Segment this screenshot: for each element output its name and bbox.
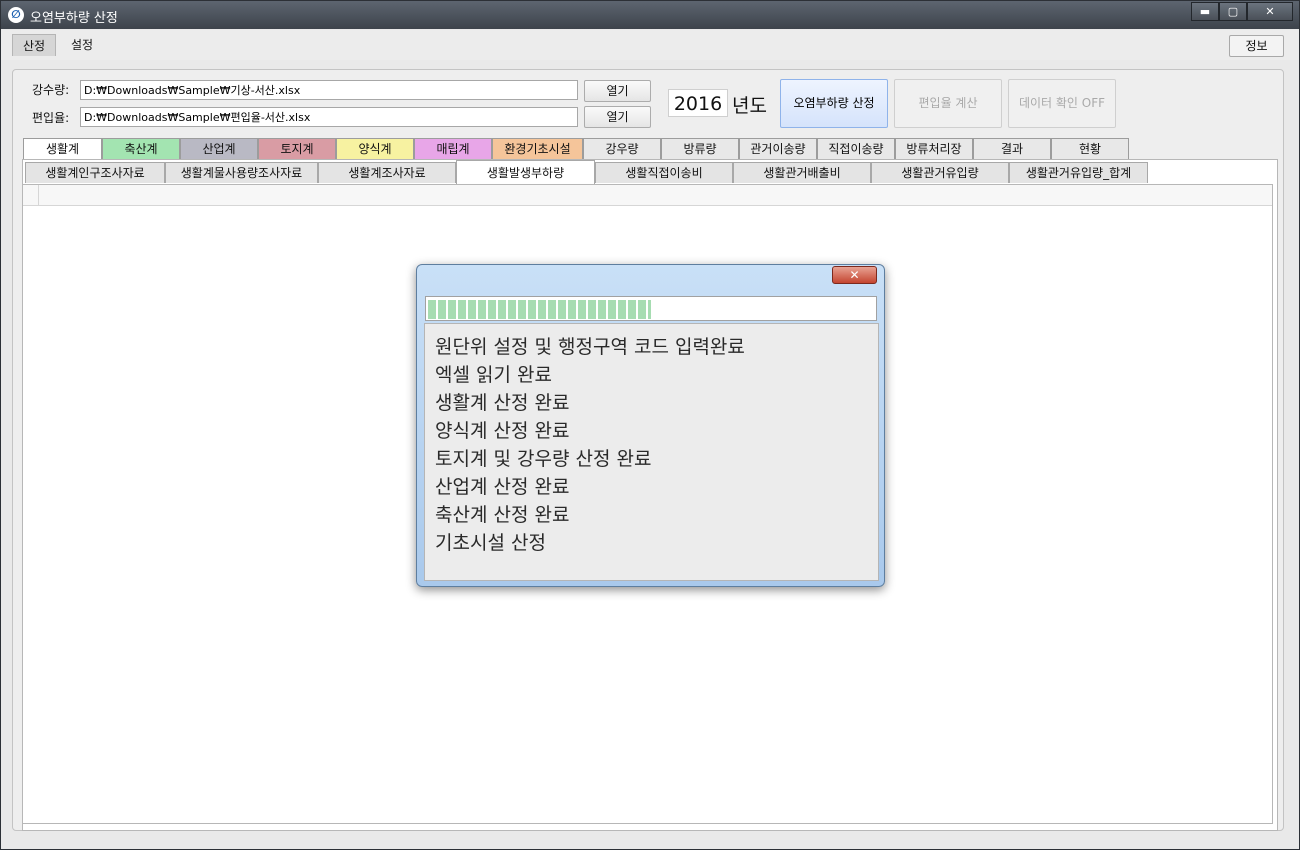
- tab-sub-3[interactable]: 생활발생부하량: [456, 160, 595, 184]
- tab-main-13[interactable]: 현황: [1051, 138, 1129, 159]
- progress-bar: [425, 296, 877, 321]
- tab-main-11[interactable]: 방류처리장: [895, 138, 973, 159]
- progress-dialog: ✕ 원단위 설정 및 행정구역 코드 입력완료엑셀 읽기 완료생활계 산정 완료…: [416, 264, 885, 587]
- log-line: 엑셀 읽기 완료: [435, 364, 552, 386]
- app-logo-icon: ∅: [8, 7, 24, 23]
- log-line: 축산계 산정 완료: [435, 504, 570, 526]
- year-field[interactable]: 2016: [668, 89, 728, 117]
- log-list: 원단위 설정 및 행정구역 코드 입력완료엑셀 읽기 완료생활계 산정 완료양식…: [424, 323, 879, 581]
- menu-bar: 산정 설정 정보: [1, 30, 1299, 60]
- dialog-close-button[interactable]: ✕: [832, 266, 877, 284]
- tab-main-6[interactable]: 환경기초시설: [492, 138, 583, 159]
- rainfall-label: 강수량:: [32, 83, 70, 97]
- tab-sub-5[interactable]: 생활관거배출비: [733, 162, 871, 183]
- maximize-button[interactable]: ▢: [1219, 2, 1247, 21]
- tab-main-0[interactable]: 생활계: [23, 138, 102, 159]
- log-line: 기초시설 산정: [435, 532, 546, 554]
- tab-sub-2[interactable]: 생활계조사자료: [318, 162, 456, 183]
- tab-sub-6[interactable]: 생활관거유입량: [871, 162, 1009, 183]
- tab-sub-7[interactable]: 생활관거유입량_합계: [1009, 162, 1148, 183]
- year-suffix: 년도: [732, 95, 767, 117]
- tab-sub-4[interactable]: 생활직접이송비: [595, 162, 733, 183]
- grid-corner[interactable]: [23, 185, 39, 205]
- main-window: ∅ 오염부하량 산정 ▬ ▢ ✕ 산정 설정 정보 강수량: 열기 편입율: 열…: [0, 0, 1300, 850]
- open-incorporation-button[interactable]: 열기: [584, 106, 651, 128]
- tab-main-9[interactable]: 관거이송량: [739, 138, 817, 159]
- close-button[interactable]: ✕: [1247, 2, 1293, 21]
- window-title: 오염부하량 산정: [30, 11, 118, 26]
- calc-load-button[interactable]: 오염부하량 산정: [780, 79, 888, 128]
- title-bar[interactable]: ∅ 오염부하량 산정 ▬ ▢ ✕: [1, 1, 1299, 29]
- tab-main-4[interactable]: 양식계: [336, 138, 414, 159]
- log-line: 토지계 및 강우량 산정 완료: [435, 448, 652, 470]
- tab-sub-1[interactable]: 생활계물사용량조사자료: [165, 162, 318, 183]
- tab-main-5[interactable]: 매립계: [414, 138, 492, 159]
- log-line: 양식계 산정 완료: [435, 420, 570, 442]
- incorporation-path-input[interactable]: [80, 107, 578, 127]
- tab-main-12[interactable]: 결과: [973, 138, 1051, 159]
- tab-sub-0[interactable]: 생활계인구조사자료: [25, 162, 165, 183]
- log-line: 생활계 산정 완료: [435, 392, 570, 414]
- tab-main-2[interactable]: 산업계: [180, 138, 258, 159]
- open-rainfall-button[interactable]: 열기: [584, 80, 651, 102]
- calc-rate-button[interactable]: 편입율 계산: [894, 79, 1002, 128]
- minimize-button[interactable]: ▬: [1191, 2, 1219, 21]
- menu-item-calc[interactable]: 산정: [12, 34, 57, 56]
- tab-main-10[interactable]: 직접이송량: [817, 138, 895, 159]
- menu-item-settings[interactable]: 설정: [61, 34, 103, 56]
- data-check-button[interactable]: 데이터 확인 OFF: [1008, 79, 1116, 128]
- progress-bar-fill: [428, 300, 651, 319]
- incorporation-label: 편입율:: [32, 111, 70, 125]
- tab-main-7[interactable]: 강우량: [583, 138, 661, 159]
- grid-header: [23, 185, 1272, 206]
- log-line: 원단위 설정 및 행정구역 코드 입력완료: [435, 336, 745, 358]
- tab-main-8[interactable]: 방류량: [661, 138, 739, 159]
- tab-main-3[interactable]: 토지계: [258, 138, 336, 159]
- log-line: 산업계 산정 완료: [435, 476, 570, 498]
- rainfall-path-input[interactable]: [80, 80, 578, 100]
- tab-main-1[interactable]: 축산계: [102, 138, 180, 159]
- info-button[interactable]: 정보: [1229, 35, 1284, 57]
